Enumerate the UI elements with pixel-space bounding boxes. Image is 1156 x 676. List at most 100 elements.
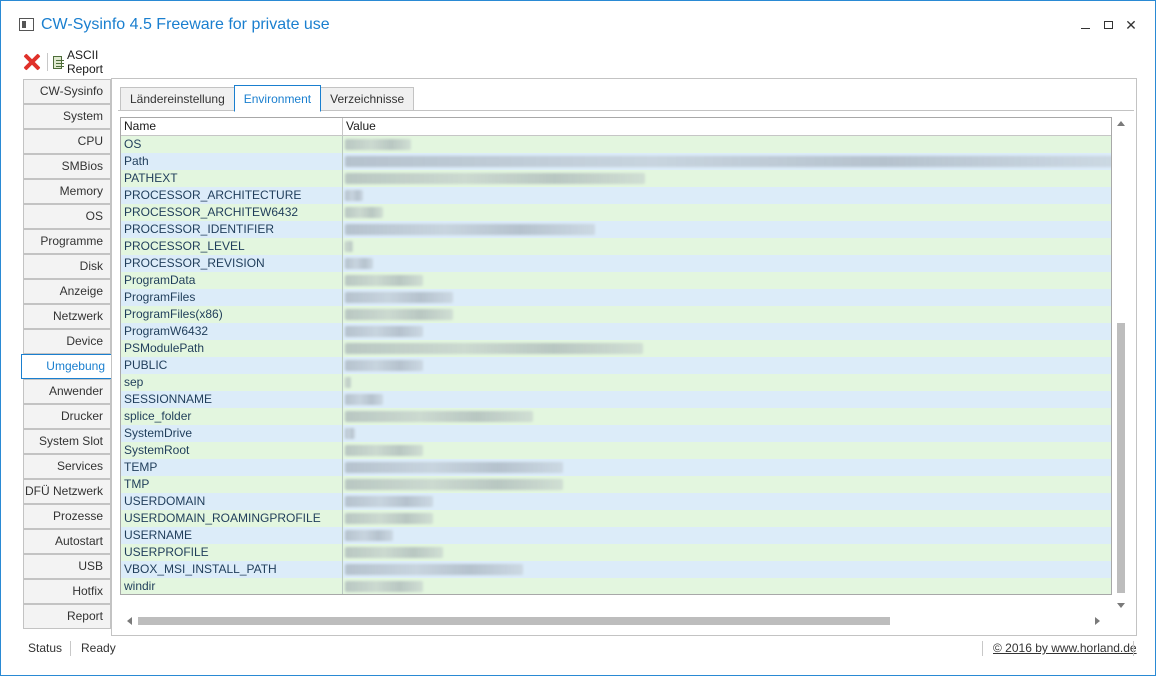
table-row[interactable]: USERDOMAIN_ROAMINGPROFILE bbox=[121, 510, 1111, 527]
sidebar-item-anwender[interactable]: Anwender bbox=[23, 379, 111, 404]
redacted-value bbox=[345, 564, 523, 575]
table-row[interactable]: ProgramFiles bbox=[121, 289, 1111, 306]
close-button[interactable]: ✕ bbox=[1120, 15, 1142, 35]
sidebar-item-disk[interactable]: Disk bbox=[23, 254, 111, 279]
sidebar-item-system[interactable]: System bbox=[23, 104, 111, 129]
table-row[interactable]: SystemDrive bbox=[121, 425, 1111, 442]
cell-name: splice_folder bbox=[121, 408, 343, 425]
cell-name: ProgramFiles(x86) bbox=[121, 306, 343, 323]
column-header-value[interactable]: Value bbox=[343, 118, 1111, 135]
table-row[interactable]: USERDOMAIN bbox=[121, 493, 1111, 510]
cell-name: PROCESSOR_LEVEL bbox=[121, 238, 343, 255]
column-header-name[interactable]: Name bbox=[121, 118, 343, 135]
redacted-value bbox=[345, 462, 563, 473]
tab-l-ndereinstellung[interactable]: Ländereinstellung bbox=[120, 87, 235, 111]
table-row[interactable]: PUBLIC bbox=[121, 357, 1111, 374]
table-row[interactable]: PATHEXT bbox=[121, 170, 1111, 187]
cell-name: PROCESSOR_ARCHITECTURE bbox=[121, 187, 343, 204]
sidebar-item-autostart[interactable]: Autostart bbox=[23, 529, 111, 554]
redacted-value bbox=[345, 581, 423, 592]
tab-verzeichnisse[interactable]: Verzeichnisse bbox=[320, 87, 415, 111]
scroll-down-icon[interactable] bbox=[1117, 603, 1125, 608]
sidebar: CW-Sysinfo System CPU SMBios Memory OS Program… bbox=[21, 79, 113, 629]
table-row[interactable]: PROCESSOR_IDENTIFIER bbox=[121, 221, 1111, 238]
table-row[interactable]: windir bbox=[121, 578, 1111, 594]
sidebar-item-device[interactable]: Device bbox=[23, 329, 111, 354]
sidebar-item-df-netzwerk[interactable]: DFÜ Netzwerk bbox=[23, 479, 111, 504]
table-row[interactable]: VBOX_MSI_INSTALL_PATH bbox=[121, 561, 1111, 578]
cell-name: ProgramData bbox=[121, 272, 343, 289]
sidebar-item-programme[interactable]: Programme bbox=[23, 229, 111, 254]
table-row[interactable]: PSModulePath bbox=[121, 340, 1111, 357]
minimize-icon bbox=[1080, 28, 1090, 29]
sidebar-item-cw-sysinfo[interactable]: CW-Sysinfo bbox=[23, 79, 111, 104]
sidebar-item-report[interactable]: Report bbox=[23, 604, 111, 629]
red-x-icon[interactable] bbox=[23, 53, 41, 71]
sidebar-item-usb[interactable]: USB bbox=[23, 554, 111, 579]
table-row[interactable]: PROCESSOR_ARCHITEW6432 bbox=[121, 204, 1111, 221]
sidebar-item-os[interactable]: OS bbox=[23, 204, 111, 229]
sidebar-item-netzwerk[interactable]: Netzwerk bbox=[23, 304, 111, 329]
redacted-value bbox=[345, 309, 453, 320]
table-row[interactable]: SystemRoot bbox=[121, 442, 1111, 459]
redacted-value bbox=[345, 496, 433, 507]
table-row[interactable]: splice_folder bbox=[121, 408, 1111, 425]
redacted-value bbox=[345, 207, 383, 218]
redacted-value bbox=[345, 394, 383, 405]
redacted-value bbox=[345, 530, 393, 541]
table-row[interactable]: OS bbox=[121, 136, 1111, 153]
sidebar-item-hotfix[interactable]: Hotfix bbox=[23, 579, 111, 604]
sidebar-item-memory[interactable]: Memory bbox=[23, 179, 111, 204]
table-row[interactable]: USERNAME bbox=[121, 527, 1111, 544]
redacted-value bbox=[345, 377, 351, 388]
table-row[interactable]: Path bbox=[121, 153, 1111, 170]
table-row[interactable]: SESSIONNAME bbox=[121, 391, 1111, 408]
copyright-link[interactable]: © 2016 by www.horland.de bbox=[993, 641, 1137, 655]
redacted-value bbox=[345, 479, 563, 490]
cell-value bbox=[343, 357, 1111, 374]
table-row[interactable]: ProgramW6432 bbox=[121, 323, 1111, 340]
table-row[interactable]: TMP bbox=[121, 476, 1111, 493]
maximize-button[interactable] bbox=[1097, 15, 1119, 35]
ascii-report-button[interactable]: ASCII Report bbox=[53, 48, 108, 76]
table-row[interactable]: USERPROFILE bbox=[121, 544, 1111, 561]
table-row[interactable]: ProgramData bbox=[121, 272, 1111, 289]
scroll-up-icon[interactable] bbox=[1117, 121, 1125, 126]
cell-value bbox=[343, 527, 1111, 544]
sidebar-item-drucker[interactable]: Drucker bbox=[23, 404, 111, 429]
scroll-left-icon[interactable] bbox=[127, 617, 132, 625]
tab-environment[interactable]: Environment bbox=[233, 85, 322, 112]
cell-value bbox=[343, 391, 1111, 408]
redacted-value bbox=[345, 343, 643, 354]
table-row[interactable]: ProgramFiles(x86) bbox=[121, 306, 1111, 323]
scroll-right-icon[interactable] bbox=[1095, 617, 1100, 625]
sidebar-item-prozesse[interactable]: Prozesse bbox=[23, 504, 111, 529]
vertical-scroll-thumb[interactable] bbox=[1117, 323, 1125, 593]
sidebar-item-cpu[interactable]: CPU bbox=[23, 129, 111, 154]
redacted-value bbox=[345, 156, 1111, 167]
sidebar-item-smbios[interactable]: SMBios bbox=[23, 154, 111, 179]
table-row[interactable]: PROCESSOR_ARCHITECTURE bbox=[121, 187, 1111, 204]
sidebar-item-services[interactable]: Services bbox=[23, 454, 111, 479]
vertical-scrollbar[interactable] bbox=[1113, 117, 1129, 612]
sidebar-item-system-slot[interactable]: System Slot bbox=[23, 429, 111, 454]
redacted-value bbox=[345, 428, 355, 439]
cell-value bbox=[343, 187, 1111, 204]
cell-value bbox=[343, 442, 1111, 459]
status-separator bbox=[70, 641, 71, 656]
table-row[interactable]: sep bbox=[121, 374, 1111, 391]
table-row[interactable]: PROCESSOR_LEVEL bbox=[121, 238, 1111, 255]
cell-name: sep bbox=[121, 374, 343, 391]
minimize-button[interactable] bbox=[1074, 15, 1096, 35]
sidebar-item-umgebung[interactable]: Umgebung bbox=[21, 354, 113, 379]
table-row[interactable]: TEMP bbox=[121, 459, 1111, 476]
sidebar-item-anzeige[interactable]: Anzeige bbox=[23, 279, 111, 304]
status-separator bbox=[982, 641, 983, 656]
content-panel: Ländereinstellung Environment Verzeichniss… bbox=[111, 78, 1137, 636]
status-bar: Status Ready © 2016 by www.horland.de bbox=[1, 637, 1155, 659]
ascii-report-label: ASCII Report bbox=[66, 48, 103, 76]
table-row[interactable]: PROCESSOR_REVISION bbox=[121, 255, 1111, 272]
horizontal-scrollbar[interactable] bbox=[120, 613, 1112, 629]
redacted-value bbox=[345, 224, 595, 235]
horizontal-scroll-thumb[interactable] bbox=[138, 617, 890, 625]
